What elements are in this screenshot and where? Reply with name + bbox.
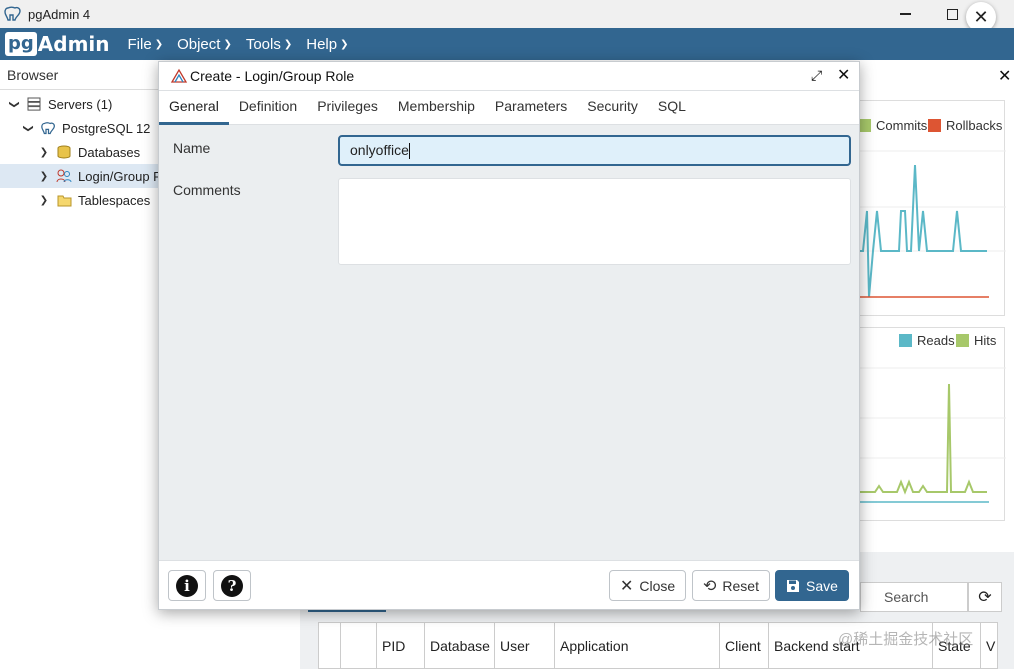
databases-icon	[56, 145, 72, 159]
name-input-value: onlyoffice	[350, 142, 409, 158]
minimize-icon	[899, 13, 911, 15]
legend-rollbacks: Rollbacks	[928, 118, 1002, 133]
dashboard-close-icon[interactable]: ✕	[998, 66, 1011, 86]
tab-sql[interactable]: SQL	[648, 90, 696, 124]
login-role-icon	[56, 169, 72, 183]
tree-item-label: Servers (1)	[48, 96, 113, 112]
menu-file[interactable]: File ❯	[128, 36, 164, 53]
servers-icon	[26, 97, 42, 111]
activity-search-input[interactable]: Search	[860, 582, 968, 612]
postgres-elephant-icon	[40, 121, 56, 135]
tab-parameters[interactable]: Parameters	[485, 90, 577, 124]
chevron-down-icon: ❯	[340, 38, 349, 50]
column-header[interactable]: V	[981, 623, 997, 668]
chevron-down-icon[interactable]: ❯	[23, 122, 34, 134]
close-button[interactable]: ✕ Close	[609, 570, 687, 601]
window-titlebar: pgAdmin 4	[0, 0, 1014, 28]
comments-textarea[interactable]	[338, 178, 851, 265]
column-header-database[interactable]: Database	[425, 623, 495, 668]
tab-security[interactable]: Security	[577, 90, 648, 124]
tab-definition[interactable]: Definition	[229, 90, 307, 124]
pgadmin-elephant-icon	[4, 6, 21, 21]
info-button[interactable]: i	[168, 570, 206, 601]
tab-privileges[interactable]: Privileges	[307, 90, 388, 124]
tree-item-label: Login/Group R	[78, 168, 163, 184]
chevron-down-icon: ❯	[223, 38, 232, 50]
create-login-role-dialog: Create - Login/Group Role ⤢ ✕ General De…	[158, 61, 860, 610]
chevron-right-icon[interactable]: ❯	[38, 147, 50, 158]
dialog-title: Create - Login/Group Role	[190, 68, 355, 84]
column-header-pid[interactable]: PID	[377, 623, 425, 668]
save-icon	[787, 579, 799, 592]
column-header	[341, 623, 377, 668]
column-header-user[interactable]: User	[495, 623, 555, 668]
chevron-down-icon: ❯	[154, 38, 164, 50]
window-title: pgAdmin 4	[28, 6, 91, 22]
dialog-footer: i ? ✕ Close ⟲ Reset Save	[159, 560, 859, 609]
text-caret	[408, 143, 410, 160]
menubar: pg Admin File ❯ Object ❯ Tools ❯ Help ❯	[0, 28, 1014, 60]
menu-help[interactable]: Help ❯	[306, 36, 348, 53]
dialog-close-icon[interactable]: ✕	[837, 65, 850, 85]
reset-button[interactable]: ⟲ Reset	[692, 570, 770, 601]
menu-tools[interactable]: Tools ❯	[246, 36, 292, 53]
block-io-graph	[849, 367, 1006, 503]
logo-pg: pg	[5, 32, 37, 56]
minimize-button[interactable]	[882, 0, 928, 28]
menu-object[interactable]: Object ❯	[177, 36, 232, 53]
tree-item-label: Databases	[78, 144, 141, 160]
tab-membership[interactable]: Membership	[388, 90, 485, 124]
help-icon: ?	[221, 574, 243, 597]
login-role-icon	[170, 68, 188, 83]
logo-admin: Admin	[37, 32, 110, 56]
comments-label: Comments	[173, 182, 241, 198]
chevron-down-icon: ❯	[283, 38, 293, 50]
tree-item-label: PostgreSQL 12	[62, 120, 151, 136]
legend-reads: Reads	[899, 333, 955, 348]
legend-swatch	[928, 119, 941, 132]
legend-swatch	[899, 334, 912, 347]
refresh-button[interactable]: ⟳	[968, 582, 1002, 612]
chevron-right-icon[interactable]: ❯	[38, 171, 50, 182]
column-header-application[interactable]: Application	[555, 623, 720, 668]
help-button[interactable]: ?	[213, 570, 251, 601]
tree-item-label: Tablespaces	[78, 192, 151, 208]
reset-icon: ⟲	[703, 577, 717, 595]
block-io-graph-panel	[848, 327, 1006, 521]
chevron-down-icon[interactable]: ❯	[9, 98, 20, 110]
dialog-tabs: General Definition Privileges Membership…	[159, 91, 859, 125]
legend-swatch	[956, 334, 969, 347]
legend-hits: Hits	[956, 333, 996, 348]
close-icon: ✕	[973, 6, 989, 27]
name-label: Name	[173, 140, 211, 156]
info-icon: i	[176, 574, 198, 597]
legend-commits: Commits	[858, 118, 927, 133]
maximize-icon	[946, 8, 958, 20]
chevron-right-icon[interactable]: ❯	[38, 195, 50, 206]
tab-general[interactable]: General	[159, 90, 229, 125]
refresh-icon: ⟳	[978, 589, 992, 606]
close-icon: ✕	[620, 577, 634, 595]
save-button[interactable]: Save	[775, 570, 849, 601]
tablespaces-icon	[56, 193, 72, 207]
column-header-client[interactable]: Client	[720, 623, 769, 668]
watermark: @稀土掘金技术社区	[838, 631, 974, 648]
pgadmin-logo: pg Admin	[5, 32, 110, 56]
expand-icon[interactable]: ⤢	[811, 67, 822, 84]
name-input[interactable]: onlyoffice	[338, 135, 851, 166]
column-header	[319, 623, 341, 668]
transactions-graph	[849, 150, 1006, 298]
dialog-header: Create - Login/Group Role	[159, 62, 859, 91]
